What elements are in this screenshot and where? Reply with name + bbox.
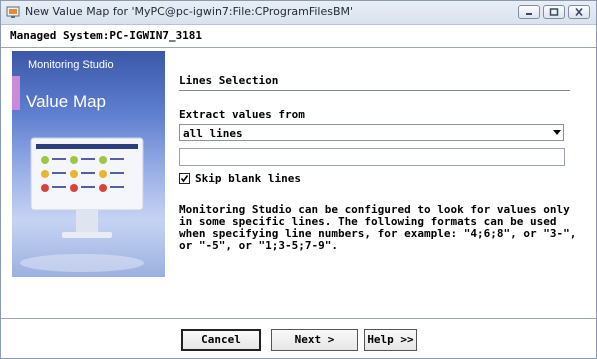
next-button[interactable]: Next > (271, 329, 358, 351)
skip-blank-lines-checkbox[interactable] (179, 173, 190, 184)
extract-select-value: all lines (183, 127, 243, 140)
minimize-icon (526, 13, 532, 15)
footer-divider (1, 318, 596, 319)
skip-blank-lines-label[interactable]: Skip blank lines (195, 172, 301, 185)
managed-system-bar: Managed System:PC-IGWIN7_3181 (1, 25, 596, 48)
checkmark-icon (180, 175, 189, 183)
extract-label: Extract values from (179, 108, 305, 121)
help-button[interactable]: Help >> (364, 329, 417, 351)
app-icon (6, 6, 20, 18)
close-button[interactable] (568, 5, 590, 19)
help-description: Monitoring Studio can be configured to l… (179, 203, 577, 252)
minimize-button[interactable] (518, 5, 540, 19)
window-title: New Value Map for 'MyPC@pc-igwin7:File:C… (25, 5, 354, 18)
line-filter-input[interactable] (179, 148, 565, 166)
title-bar[interactable]: New Value Map for 'MyPC@pc-igwin7:File:C… (1, 1, 596, 25)
extract-values-select[interactable]: all lines (179, 124, 564, 141)
managed-system-label: Managed System:PC-IGWIN7_3181 (10, 29, 203, 42)
wizard-banner: Monitoring Studio Value Map (12, 51, 165, 277)
maximize-button[interactable] (543, 5, 565, 19)
cancel-button[interactable]: Cancel (181, 329, 261, 351)
chevron-down-icon[interactable] (553, 130, 561, 136)
close-icon (575, 8, 583, 16)
section-divider (179, 90, 570, 91)
section-title: Lines Selection (179, 74, 279, 87)
dialog-window: New Value Map for 'MyPC@pc-igwin7:File:C… (0, 0, 597, 359)
monitor-illustration (20, 137, 144, 272)
maximize-icon (549, 8, 559, 16)
